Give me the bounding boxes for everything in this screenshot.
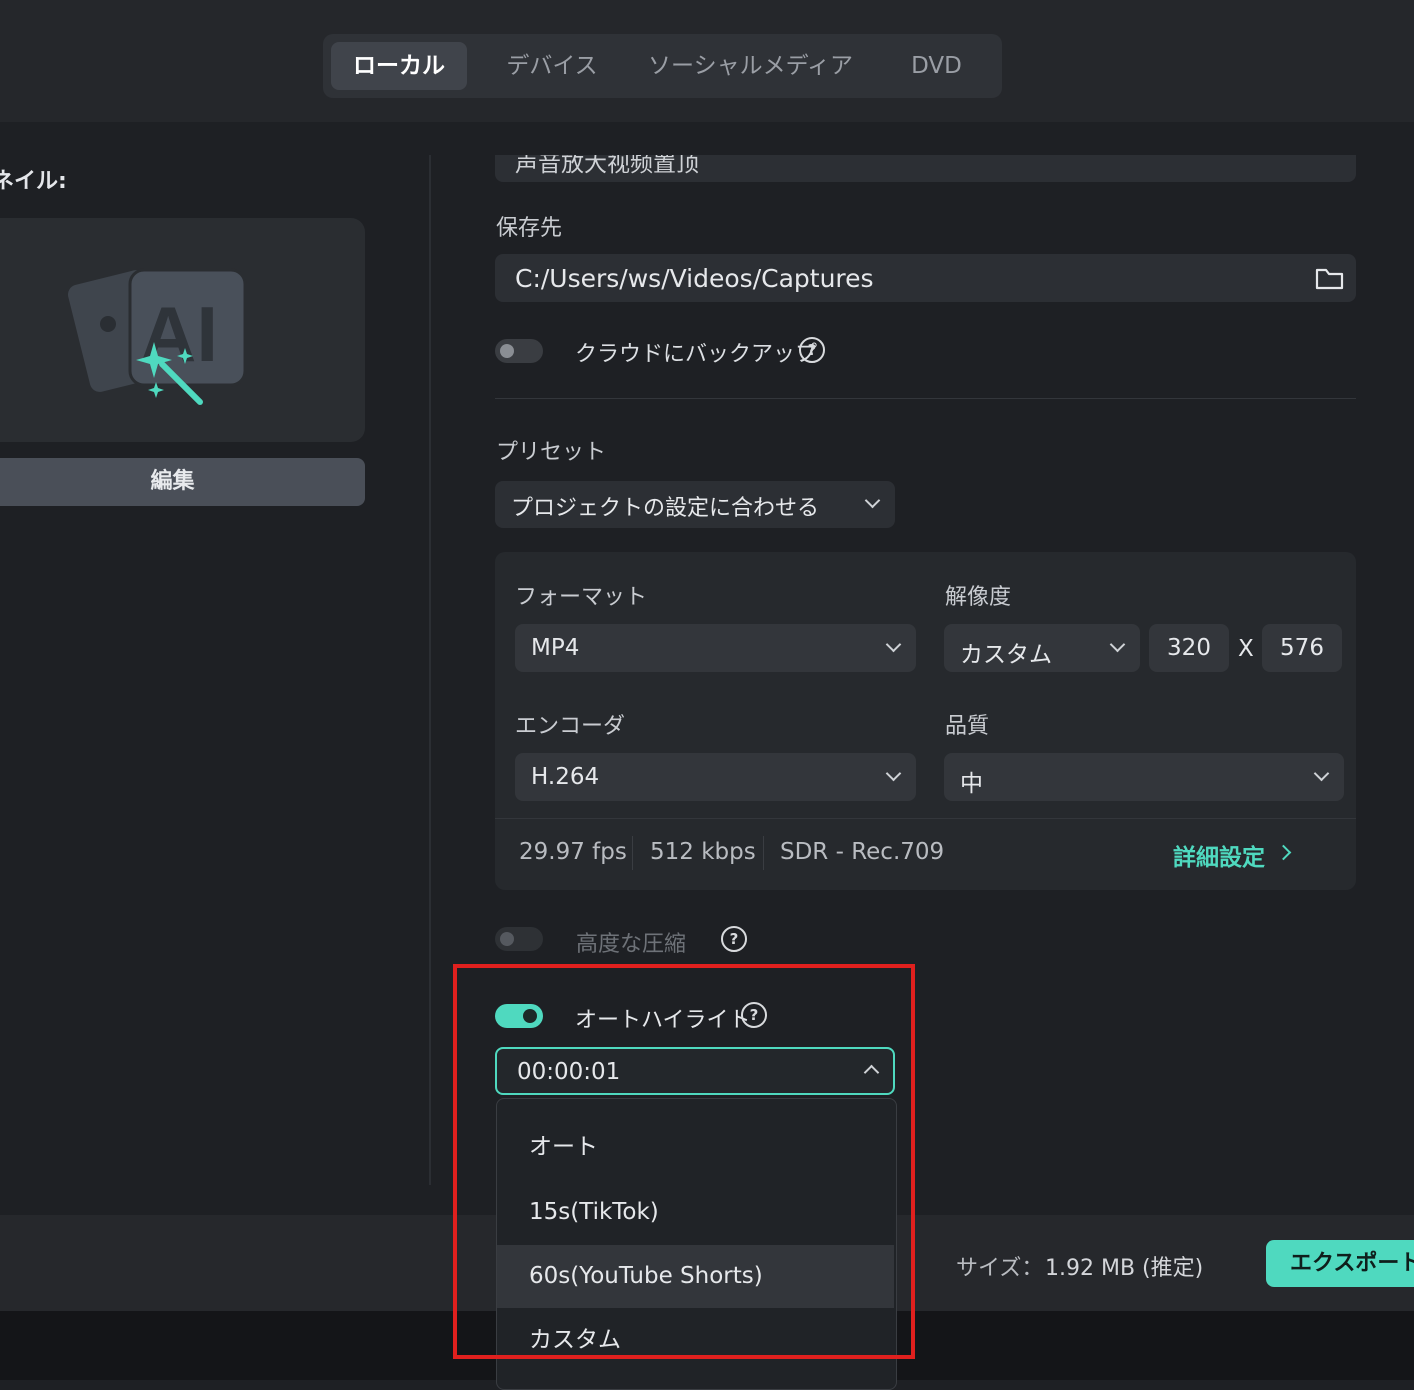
- height-value: 576: [1280, 635, 1324, 661]
- save-path-value: C:/Users/ws/Videos/Captures: [515, 264, 874, 293]
- chevron-down-icon: [864, 492, 881, 509]
- size-value: 1.92 MB (推定): [1045, 1256, 1204, 1281]
- chevron-down-icon: [1313, 765, 1330, 782]
- ai-image-icon: AI: [68, 268, 247, 405]
- size-label: サイズ：: [956, 1256, 1044, 1281]
- save-to-label: 保存先: [496, 216, 563, 241]
- advanced-compression-toggle[interactable]: [495, 927, 543, 951]
- resolution-select[interactable]: カスタム: [944, 624, 1140, 672]
- width-input[interactable]: 320: [1149, 624, 1229, 672]
- separator: [763, 836, 764, 870]
- help-icon[interactable]: ?: [799, 337, 825, 363]
- help-icon[interactable]: ?: [721, 926, 747, 952]
- cloud-backup-toggle[interactable]: [495, 339, 543, 363]
- encoder-label: エンコーダ: [515, 714, 626, 739]
- tab-dvd[interactable]: DVD: [883, 42, 990, 90]
- preset-label: プリセット: [496, 440, 607, 465]
- bitrate-value: 512 kbps: [650, 839, 756, 865]
- resolution-value: カスタム: [960, 642, 1052, 668]
- tab-device[interactable]: デバイス: [483, 42, 621, 90]
- thumbnail-preview[interactable]: AI: [0, 218, 365, 442]
- save-path-field[interactable]: C:/Users/ws/Videos/Captures: [495, 254, 1356, 302]
- scroll-mask: [430, 122, 1414, 155]
- separator: [632, 836, 633, 870]
- fps-value: 29.97 fps: [519, 839, 627, 865]
- width-value: 320: [1167, 635, 1211, 661]
- encoder-value: H.264: [531, 764, 600, 790]
- quality-value: 中: [960, 771, 983, 797]
- color-space-value: SDR - Rec.709: [780, 839, 945, 865]
- panel-divider: [429, 155, 431, 1185]
- advanced-compression-label: 高度な圧縮: [576, 932, 687, 957]
- dimension-separator: X: [1238, 636, 1254, 662]
- cloud-backup-label: クラウドにバックアップ: [575, 342, 818, 367]
- annotation-highlight-box: [453, 964, 915, 1359]
- chevron-down-icon: [885, 636, 902, 653]
- height-input[interactable]: 576: [1262, 624, 1342, 672]
- encoder-select[interactable]: H.264: [515, 753, 916, 801]
- edit-thumbnail-button[interactable]: 編集: [0, 458, 365, 506]
- resolution-label: 解像度: [945, 585, 1012, 610]
- folder-icon[interactable]: [1315, 266, 1345, 290]
- tab-social-media[interactable]: ソーシャルメディア: [643, 42, 858, 90]
- export-button[interactable]: エクスポート: [1266, 1240, 1414, 1287]
- tab-local[interactable]: ローカル: [331, 42, 467, 90]
- preset-select[interactable]: プロジェクトの設定に合わせる: [495, 481, 895, 528]
- divider: [495, 398, 1356, 399]
- chevron-down-icon: [885, 765, 902, 782]
- preset-value: プロジェクトの設定に合わせる: [511, 496, 820, 521]
- export-target-tabs: ローカル デバイス ソーシャルメディア DVD: [323, 34, 1002, 98]
- quality-select[interactable]: 中: [944, 753, 1344, 801]
- format-value: MP4: [531, 635, 580, 661]
- advanced-settings-link[interactable]: 詳細設定: [1173, 838, 1265, 872]
- thumbnail-label: ネイル:: [0, 169, 67, 194]
- quality-label: 品質: [945, 714, 990, 739]
- format-label: フォーマット: [515, 585, 648, 610]
- chevron-down-icon: [1109, 636, 1126, 653]
- format-select[interactable]: MP4: [515, 624, 916, 672]
- divider: [495, 818, 1356, 819]
